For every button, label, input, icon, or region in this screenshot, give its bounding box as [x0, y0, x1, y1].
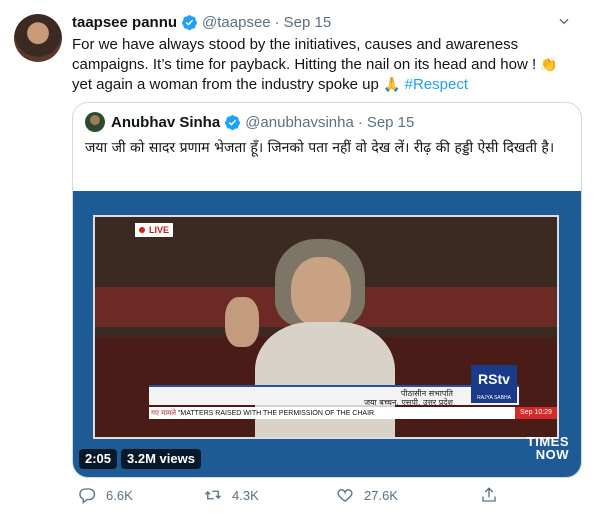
- reply-button[interactable]: 6.6K: [78, 486, 133, 504]
- share-button[interactable]: [480, 486, 508, 504]
- like-icon: [337, 489, 353, 502]
- tweet-text-line: campaigns. It’s time for payback. Hittin…: [72, 55, 582, 75]
- video-overlay: 2:05 3.2M views: [79, 449, 201, 469]
- tweet-text-segment: campaigns. It’s time for payback. Hittin…: [72, 56, 537, 73]
- tweet-header: taapsee pannu @taapsee · Sep 15: [72, 12, 331, 32]
- live-badge: LIVE: [135, 223, 174, 237]
- quoted-tweet[interactable]: Anubhav Sinha @anubhavsinha · Sep 15 जया…: [72, 102, 582, 478]
- tweet-text-line: yet again a woman from the industry spok…: [72, 75, 582, 95]
- video-person: [225, 297, 259, 347]
- tweet-text-line: For we have always stood by the initiati…: [72, 36, 519, 53]
- clap-emoji: 👏: [540, 57, 558, 73]
- video-player[interactable]: LIVE पीठासीन सभापति जया बच्चन, एसपी, उत्…: [73, 191, 581, 477]
- watermark-line2: NOW: [535, 447, 569, 462]
- video-views: 3.2M views: [121, 449, 201, 469]
- tweet[interactable]: taapsee pannu @taapsee · Sep 15 For we h…: [0, 0, 594, 517]
- pray-emoji: 🙏: [383, 77, 401, 93]
- chevron-down-icon[interactable]: [552, 10, 576, 32]
- quoted-tweet-header: Anubhav Sinha @anubhavsinha · Sep 15: [85, 111, 414, 133]
- video-frame: LIVE पीठासीन सभापति जया बच्चन, एसपी, उत्…: [93, 215, 559, 439]
- avatar[interactable]: [14, 14, 62, 62]
- separator: ·: [357, 113, 363, 131]
- ticker-text: "MATTERS RAISED WITH THE PERMISSION OF T…: [177, 410, 375, 417]
- reply-icon: [79, 488, 96, 504]
- tweet-actions: 6.6K 4.3K 27.6K: [72, 484, 582, 506]
- author-handle[interactable]: @taapsee: [202, 14, 271, 31]
- video-person: [291, 257, 351, 327]
- live-dot-icon: [139, 227, 145, 233]
- lower-third: पीठासीन सभापति जया बच्चन, एसपी, उत्तर प्…: [149, 385, 519, 407]
- quoted-author-name: Anubhav Sinha: [111, 113, 221, 131]
- ticker-prefix: गए मामले: [151, 409, 176, 417]
- verified-badge-icon: [182, 14, 197, 30]
- quoted-author-handle: @anubhavsinha: [245, 113, 354, 131]
- video-duration: 2:05: [79, 449, 118, 469]
- quoted-avatar: [85, 112, 105, 132]
- news-ticker: गए मामले "MATTERS RAISED WITH THE PERMIS…: [149, 407, 519, 419]
- live-label: LIVE: [149, 225, 170, 235]
- tweet-text-segment: yet again a woman from the industry spok…: [72, 76, 379, 93]
- retweet-count: 4.3K: [232, 487, 259, 503]
- hashtag-link[interactable]: #Respect: [405, 76, 468, 93]
- tweet-text: For we have always stood by the initiati…: [72, 35, 582, 95]
- video-person: [255, 322, 395, 437]
- ticker-time: Sep 10:29: [515, 407, 557, 419]
- share-icon: [482, 487, 496, 502]
- like-button[interactable]: 27.6K: [336, 486, 398, 504]
- quoted-date: Sep 15: [366, 113, 415, 131]
- retweet-icon: [205, 490, 221, 500]
- separator: ·: [274, 13, 280, 31]
- retweet-button[interactable]: 4.3K: [204, 486, 259, 504]
- tweet-date[interactable]: Sep 15: [284, 14, 332, 31]
- author-name[interactable]: taapsee pannu: [72, 14, 177, 31]
- channel-sub: RAJYA SABHA: [477, 395, 511, 401]
- reply-count: 6.6K: [106, 487, 133, 503]
- quoted-text: जया जी को सादर प्रणाम भेजता हूँ। जिनको प…: [85, 140, 555, 156]
- like-count: 27.6K: [364, 487, 398, 503]
- verified-badge-icon: [225, 114, 241, 130]
- times-now-watermark: TIMES NOW: [527, 435, 569, 461]
